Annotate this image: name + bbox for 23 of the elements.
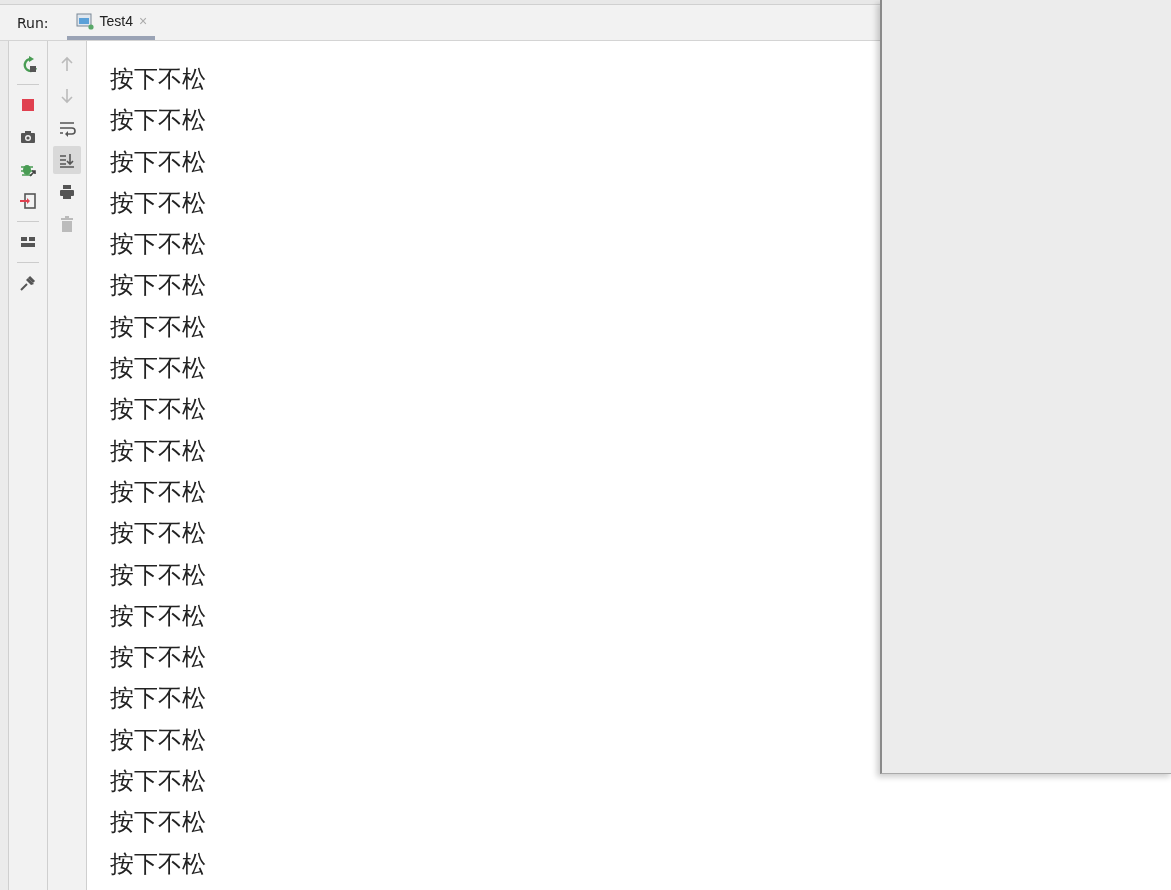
console-line: 按下不松 bbox=[110, 559, 206, 591]
console-line: 按下不松 bbox=[110, 394, 206, 426]
console-line: 按下不松 bbox=[110, 229, 206, 261]
console-line: 按下不松 bbox=[110, 435, 206, 467]
panel-label: Run: bbox=[16, 13, 50, 33]
scroll-to-end-icon[interactable] bbox=[53, 146, 81, 174]
console-line: 按下不松 bbox=[110, 476, 206, 508]
console-line: 按下不松 bbox=[110, 353, 206, 385]
console-line: 按下不松 bbox=[110, 270, 206, 302]
console-line: 按下不松 bbox=[110, 105, 206, 137]
console-line: 按下不松 bbox=[110, 848, 206, 880]
console-line: 按下不松 bbox=[110, 600, 206, 632]
console-line: 按下不松 bbox=[110, 724, 206, 756]
console-line: 按下不松 bbox=[110, 807, 206, 839]
console-line: 按下不松 bbox=[110, 642, 206, 674]
console-line: 按下不松 bbox=[110, 64, 206, 95]
console-line: 按下不松 bbox=[110, 311, 206, 343]
console-line: 按下不松 bbox=[110, 683, 206, 715]
console-line: 按下不松 bbox=[110, 766, 206, 798]
window-icon bbox=[75, 11, 94, 30]
console-line: 按下不松 bbox=[110, 187, 206, 219]
console-line: 按下不松 bbox=[110, 518, 206, 550]
console-line: 按下不松 bbox=[110, 146, 206, 178]
